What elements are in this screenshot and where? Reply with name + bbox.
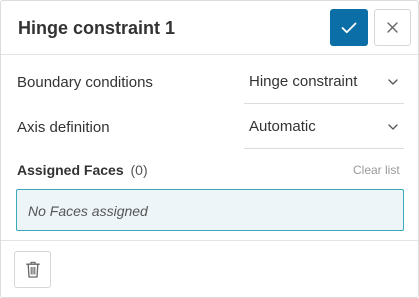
close-button[interactable] [374,9,411,46]
boundary-conditions-value: Hinge constraint [249,73,358,90]
axis-definition-label: Axis definition [17,119,110,136]
axis-definition-select[interactable]: Automatic [244,108,404,149]
boundary-conditions-row: Boundary conditions Hinge constraint [1,63,418,104]
trash-icon [25,261,40,278]
panel-footer [1,240,418,298]
axis-definition-value: Automatic [249,118,316,135]
clear-list-link[interactable]: Clear list [353,162,400,178]
boundary-conditions-label: Boundary conditions [17,74,153,91]
chevron-down-icon [388,124,398,130]
close-icon [387,22,398,33]
assigned-faces-label: Assigned Faces [17,162,124,178]
hinge-constraint-panel: Hinge constraint 1 Boundary conditions H… [0,0,419,298]
boundary-conditions-select[interactable]: Hinge constraint [244,63,404,104]
assigned-faces-header: Assigned Faces (0) [17,161,148,179]
axis-definition-row: Axis definition Automatic [1,108,418,149]
assigned-faces-count: (0) [130,162,148,178]
confirm-button[interactable] [330,9,368,46]
assigned-faces-empty-text: No Faces assigned [28,203,148,219]
assigned-faces-box[interactable]: No Faces assigned [16,189,404,231]
chevron-down-icon [388,79,398,85]
check-icon [341,22,357,33]
panel-title: Hinge constraint 1 [18,18,176,38]
panel-header: Hinge constraint 1 [1,1,418,55]
delete-button[interactable] [14,251,51,288]
